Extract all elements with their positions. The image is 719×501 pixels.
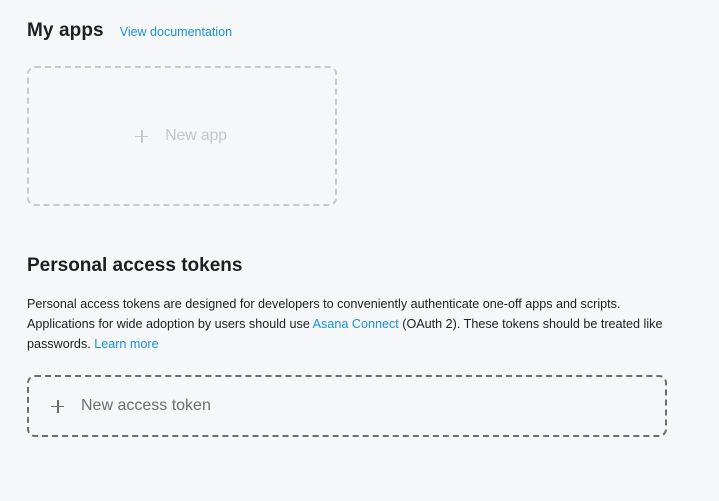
tokens-description: Personal access tokens are designed for … xyxy=(27,294,677,354)
asana-connect-link[interactable]: Asana Connect xyxy=(313,317,399,331)
personal-access-tokens-title: Personal access tokens xyxy=(27,255,243,276)
developer-console-page: My apps View documentation New app Perso… xyxy=(0,0,719,501)
plus-icon xyxy=(51,399,64,413)
my-apps-title: My apps xyxy=(27,20,104,41)
plus-icon xyxy=(135,129,149,143)
view-documentation-link[interactable]: View documentation xyxy=(120,25,232,39)
my-apps-header: My apps View documentation xyxy=(27,20,232,42)
new-app-content: New app xyxy=(135,127,227,145)
new-access-token-button[interactable]: New access token xyxy=(27,375,667,437)
new-app-label: New app xyxy=(165,127,227,144)
new-app-button[interactable]: New app xyxy=(27,66,337,206)
learn-more-link[interactable]: Learn more xyxy=(94,337,158,351)
new-access-token-label: New access token xyxy=(81,397,211,414)
